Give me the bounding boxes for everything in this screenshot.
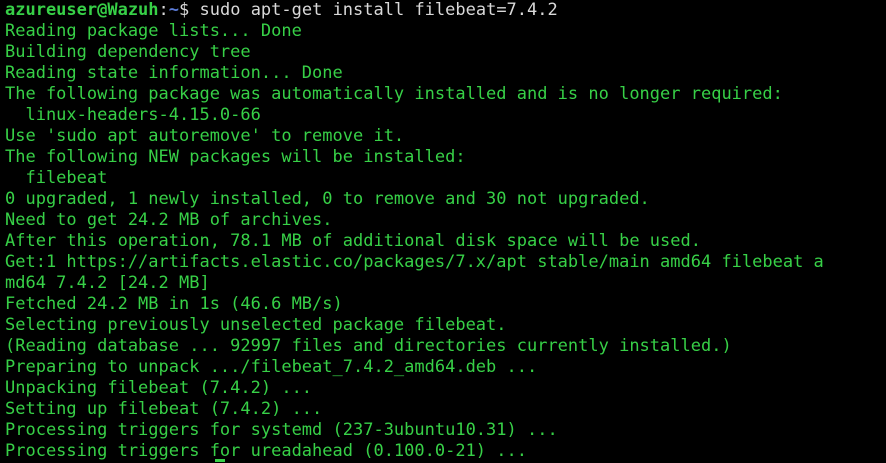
output-line: Processing triggers for ureadahead (0.10…: [5, 441, 527, 461]
terminal-window[interactable]: azureuser@Wazuh:~$ sudo apt-get install …: [0, 0, 886, 463]
output-line: Selecting previously unselected package …: [5, 315, 507, 335]
output-line: filebeat: [5, 168, 108, 188]
prompt-line: azureuser@Wazuh:~$ sudo apt-get install …: [5, 0, 886, 21]
output-line: Need to get 24.2 MB of archives.: [5, 210, 333, 230]
prompt-dollar: $: [179, 0, 200, 20]
output-line: Fetched 24.2 MB in 1s (46.6 MB/s): [5, 294, 343, 314]
prompt-path: ~: [168, 0, 180, 20]
output-line: The following NEW packages will be insta…: [5, 147, 466, 167]
output-line: Reading package lists... Done: [5, 21, 302, 41]
output-line: Get:1 https://artifacts.elastic.co/packa…: [5, 252, 824, 272]
output-line: Preparing to unpack .../filebeat_7.4.2_a…: [5, 357, 538, 377]
command-text: sudo apt-get install filebeat=7.4.2: [199, 0, 558, 20]
output-line: Unpacking filebeat (7.4.2) ...: [5, 378, 313, 398]
output-line: Use 'sudo apt autoremove' to remove it.: [5, 126, 405, 146]
output-line: After this operation, 78.1 MB of additio…: [5, 231, 701, 251]
output-line: Reading state information... Done: [5, 63, 343, 83]
output-line: (Reading database ... 92997 files and di…: [5, 336, 732, 356]
output-line: 0 upgraded, 1 newly installed, 0 to remo…: [5, 189, 650, 209]
prompt-separator: :: [158, 0, 169, 20]
prompt-user-host: azureuser@Wazuh: [5, 0, 159, 20]
terminal-cursor: [215, 459, 225, 462]
output-line: Setting up filebeat (7.4.2) ...: [5, 399, 323, 419]
output-line: The following package was automatically …: [5, 84, 783, 104]
output-line: linux-headers-4.15.0-66: [5, 105, 261, 125]
output-line: md64 7.4.2 [24.2 MB]: [5, 273, 210, 293]
output-line: Building dependency tree: [5, 42, 251, 62]
output-line: Processing triggers for systemd (237-3ub…: [5, 420, 558, 440]
